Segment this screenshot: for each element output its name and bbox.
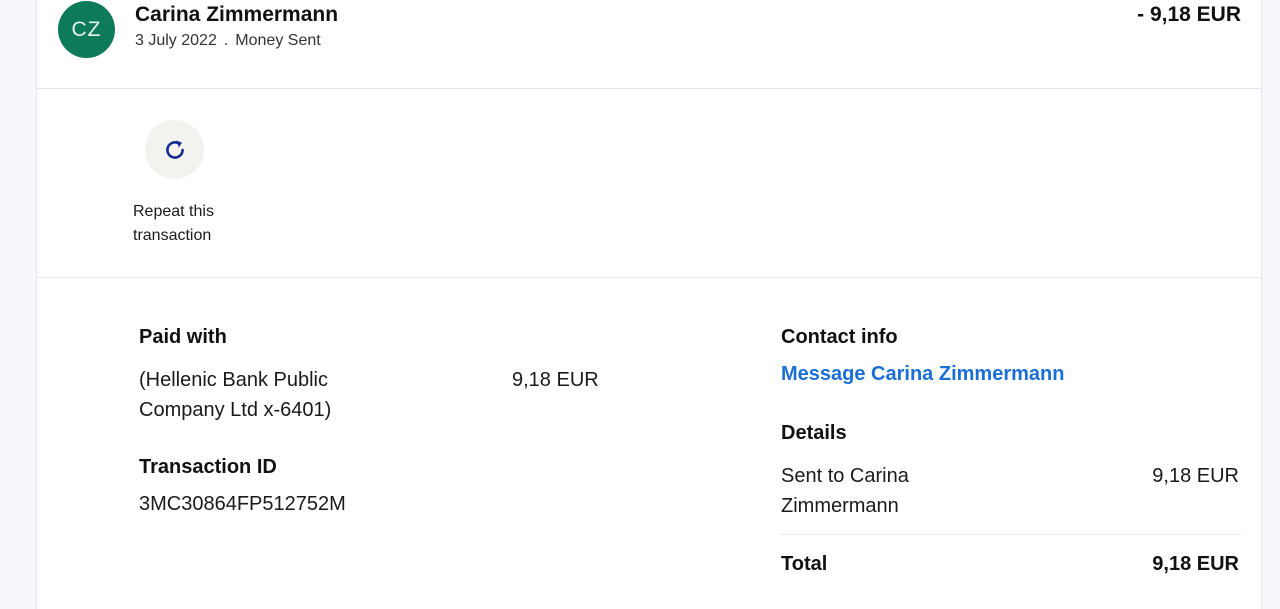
total-divider (781, 534, 1241, 535)
sent-to-label: Sent to Carina Zimmermann (781, 465, 909, 517)
transaction-date: 3 July 2022 (135, 32, 217, 49)
transaction-header: CZ Carina Zimmermann 3 July 2022. Money S… (37, 0, 1261, 89)
payment-source-amount: 9,18 EUR (512, 369, 599, 391)
transaction-type: Money Sent (235, 32, 321, 49)
sent-to-amount: 9,18 EUR (1152, 465, 1239, 487)
meta-separator: . (223, 32, 229, 49)
transaction-id-value: 3MC30864FP512752M (139, 493, 346, 515)
details-section: Paid with (Hellenic Bank Public Company … (37, 278, 1261, 609)
message-contact-link[interactable]: Message Carina Zimmermann (781, 363, 1064, 386)
transaction-card: CZ Carina Zimmermann 3 July 2022. Money S… (36, 0, 1262, 609)
refresh-icon (165, 139, 184, 159)
repeat-transaction-label[interactable]: Repeat this transaction (133, 200, 243, 248)
transaction-amount: - 9,18 EUR (1137, 3, 1241, 26)
transaction-meta: 3 July 2022. Money Sent (135, 32, 321, 50)
total-label: Total (781, 553, 828, 575)
counterparty-name: Carina Zimmermann (135, 3, 339, 26)
payment-source: (Hellenic Bank Public Company Ltd x-6401… (139, 369, 332, 421)
total-amount: 9,18 EUR (1152, 553, 1239, 575)
actions-section: Repeat this transaction (37, 89, 1261, 278)
details-heading: Details (781, 422, 847, 444)
transaction-id-heading: Transaction ID (139, 456, 277, 478)
repeat-transaction-button[interactable] (145, 120, 204, 179)
paid-with-heading: Paid with (139, 326, 227, 348)
contact-info-heading: Contact info (781, 326, 898, 348)
avatar: CZ (58, 1, 115, 58)
